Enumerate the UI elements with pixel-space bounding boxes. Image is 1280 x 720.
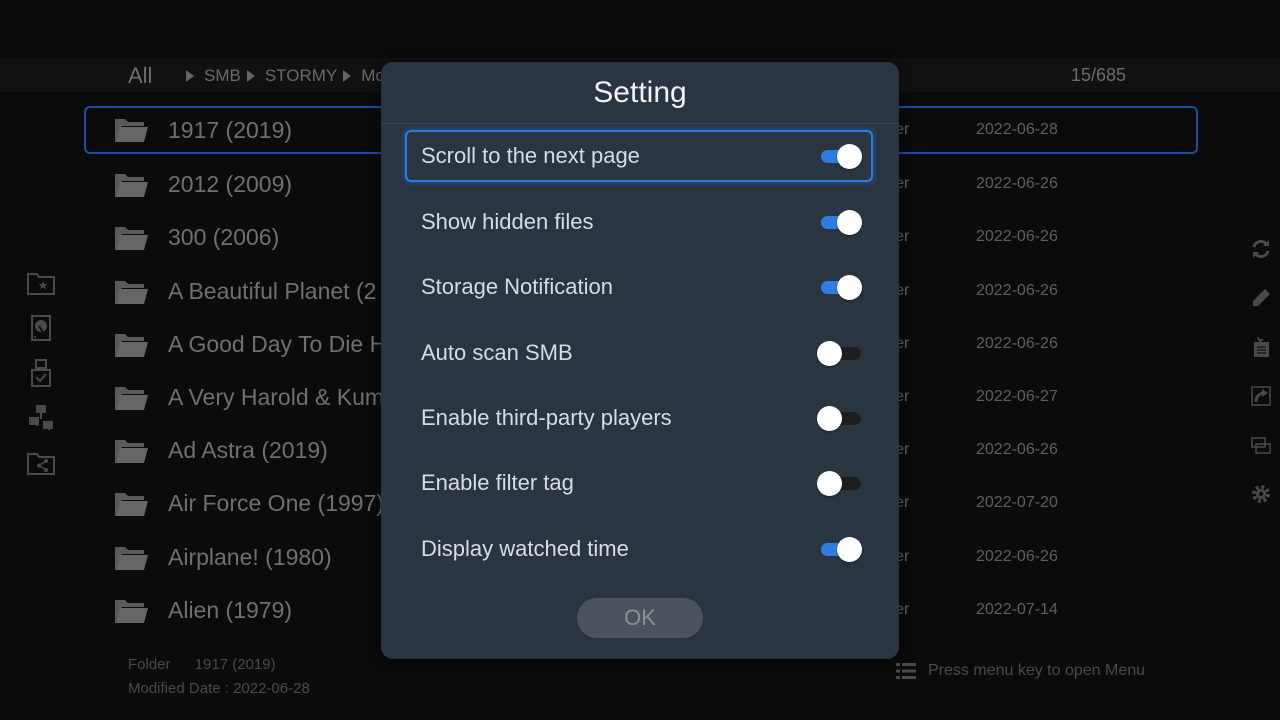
settings-dialog: Setting Scroll to the next page Show hidd… (381, 62, 899, 659)
toggle-knob (817, 341, 842, 366)
dialog-divider (381, 123, 899, 124)
setting-label: Auto scan SMB (421, 340, 573, 365)
network-icon[interactable] (26, 403, 56, 433)
breadcrumb-root[interactable]: All (128, 63, 152, 89)
folder-icon (114, 545, 148, 571)
breadcrumb: SMB STORMY Mo (186, 66, 385, 86)
dialog-title: Setting (593, 76, 687, 109)
file-date: 2022-06-26 (976, 334, 1058, 352)
setting-toggle[interactable] (817, 406, 863, 431)
setting-toggle[interactable] (817, 471, 863, 496)
folder-icon (114, 491, 148, 517)
file-name: Alien (1979) (168, 596, 293, 623)
info-type: Folder 1917 (2019) (128, 656, 276, 673)
file-date: 2022-06-26 (976, 175, 1058, 193)
setting-label: Scroll to the next page (421, 143, 640, 168)
setting-toggle[interactable] (817, 210, 863, 235)
toggle-knob (837, 275, 862, 300)
left-nav (26, 268, 56, 493)
info-date: Modified Date : 2022-06-28 (128, 680, 310, 697)
file-name: Ad Astra (2019) (168, 437, 328, 464)
breadcrumb-arrow-icon (246, 70, 255, 82)
setting-label: Enable third-party players (421, 405, 672, 430)
shortcut-icon[interactable] (1250, 385, 1272, 407)
info-type-value: 1917 (2019) (194, 656, 276, 673)
setting-option[interactable]: Auto scan SMB (405, 327, 873, 379)
file-name: 300 (2006) (168, 224, 280, 251)
folder-icon (114, 172, 148, 198)
toggle-knob (817, 471, 842, 496)
file-date: 2022-06-26 (976, 547, 1058, 565)
folder-icon (114, 117, 148, 143)
file-name: A Very Harold & Kum (168, 383, 385, 410)
menu-list-icon (896, 663, 916, 679)
favorites-folder-icon[interactable] (26, 268, 56, 298)
menu-hint: Press menu key to open Menu (896, 662, 1145, 680)
setting-option[interactable]: Enable filter tag (405, 457, 873, 509)
breadcrumb-item[interactable]: SMB (204, 66, 241, 86)
setting-option[interactable]: Enable third-party players (405, 392, 873, 444)
setting-label: Enable filter tag (421, 470, 574, 495)
folder-icon (114, 598, 148, 624)
setting-toggle[interactable] (817, 144, 863, 169)
file-date: 2022-07-20 (976, 494, 1058, 512)
setting-label: Show hidden files (421, 209, 594, 234)
settings-icon[interactable] (1250, 483, 1272, 505)
new-file-icon[interactable] (1250, 336, 1272, 358)
local-disk-icon[interactable] (26, 313, 56, 343)
info-date-value: 2022-06-28 (233, 680, 310, 697)
file-name: 2012 (2009) (168, 171, 293, 198)
action-bar (1250, 238, 1274, 532)
file-date: 2022-06-26 (976, 441, 1058, 459)
folder-icon (114, 385, 148, 411)
toggle-knob (837, 210, 862, 235)
file-date: 2022-06-26 (976, 228, 1058, 246)
rename-icon[interactable] (1250, 287, 1272, 309)
copy-icon[interactable] (1250, 434, 1272, 456)
file-name: Air Force One (1997) (168, 490, 385, 517)
shared-folder-icon[interactable] (26, 448, 56, 478)
file-name: A Beautiful Planet (2 (168, 277, 377, 304)
item-count: 15/685 (1071, 65, 1127, 85)
setting-label: Display watched time (421, 536, 629, 561)
folder-icon (114, 332, 148, 358)
menu-hint-text: Press menu key to open Menu (928, 662, 1146, 679)
breadcrumb-arrow-icon (186, 70, 194, 82)
ok-button[interactable]: OK (577, 598, 703, 638)
setting-toggle[interactable] (817, 537, 863, 562)
setting-option[interactable]: Scroll to the next page (405, 130, 873, 182)
file-date: 2022-06-28 (976, 121, 1058, 138)
file-name: Airplane! (1980) (168, 543, 332, 570)
usb-drive-icon[interactable] (26, 358, 56, 388)
file-date: 2022-06-27 (976, 387, 1058, 405)
toggle-knob (817, 406, 842, 431)
setting-label: Storage Notification (421, 274, 613, 299)
file-name: A Good Day To Die H (168, 330, 387, 357)
setting-toggle[interactable] (817, 341, 863, 366)
setting-toggle[interactable] (817, 275, 863, 300)
folder-icon (114, 225, 148, 251)
file-name: 1917 (2019) (168, 117, 293, 143)
folder-icon (114, 279, 148, 305)
setting-option[interactable]: Display watched time (405, 523, 873, 575)
toggle-knob (837, 537, 862, 562)
toggle-knob (837, 144, 862, 169)
setting-option[interactable]: Storage Notification (405, 261, 873, 313)
file-date: 2022-07-14 (976, 600, 1058, 618)
refresh-icon[interactable] (1250, 238, 1272, 260)
info-date-label: Modified Date : (128, 680, 229, 697)
setting-option[interactable]: Show hidden files (405, 196, 873, 248)
folder-icon (114, 438, 148, 464)
info-type-label: Folder (128, 656, 171, 673)
breadcrumb-item[interactable]: STORMY (265, 66, 337, 86)
breadcrumb-arrow-icon (343, 70, 352, 82)
file-date: 2022-06-26 (976, 281, 1058, 299)
